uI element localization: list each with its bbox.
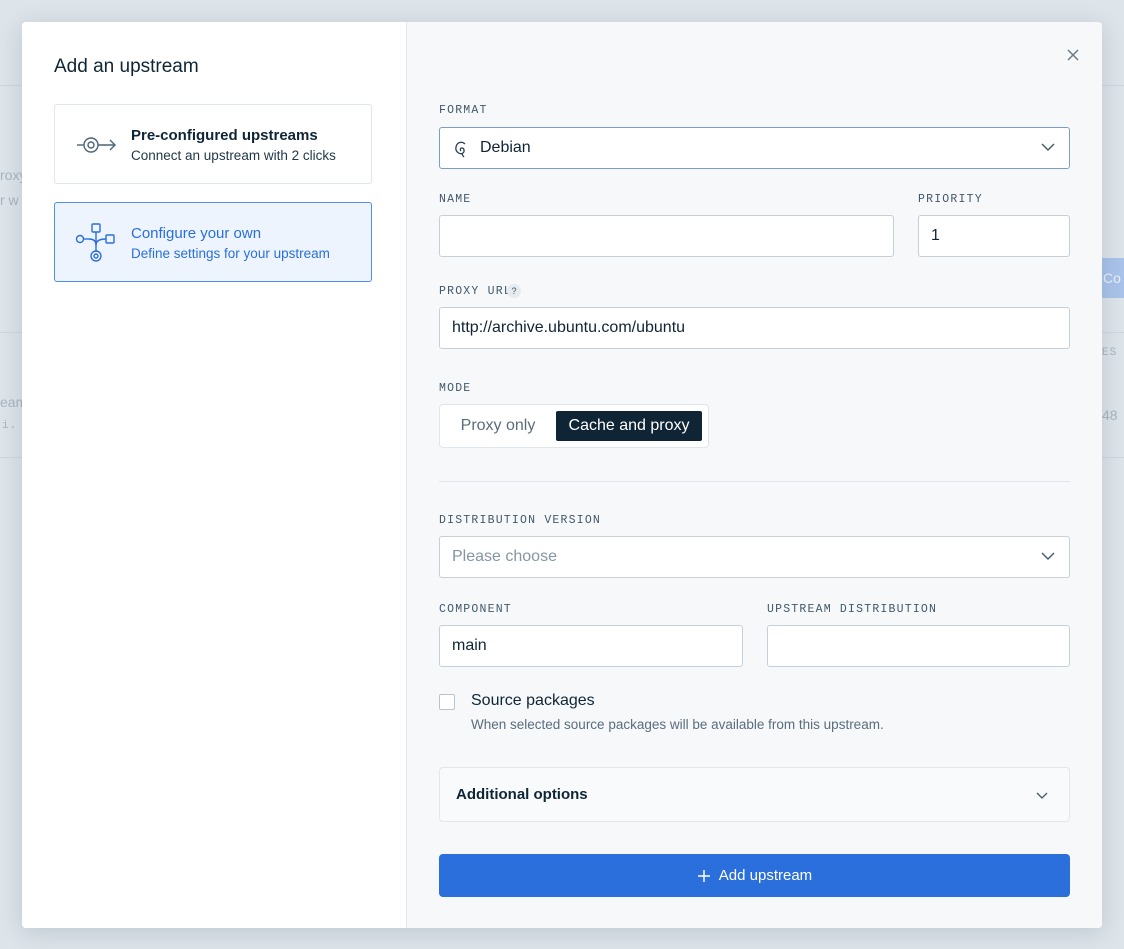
option-title: Configure your own [131,225,262,242]
upstream-distribution-label: UPSTREAM DISTRIBUTION [767,603,938,616]
mode-label: MODE [439,382,472,395]
proxy-url-input[interactable]: http://archive.ubuntu.com/ubuntu [439,307,1070,349]
mode-toggle: Proxy only Cache and proxy [439,404,709,448]
distribution-version-label: DISTRIBUTION VERSION [439,514,602,527]
preconfigured-upstream-icon [77,137,116,153]
add-upstream-modal: Add an upstream Pre-configured upstreams… [22,22,1102,928]
configure-upstream-icon [75,223,115,262]
option-subtitle: Connect an upstream with 2 clicks [131,148,336,163]
background-text: 48 [1102,407,1118,423]
format-label: FORMAT [439,104,488,117]
format-value: Debian [480,139,531,156]
divider [439,481,1070,482]
debian-icon [455,141,466,158]
configure-your-own-option[interactable]: Configure your own Define settings for y… [54,202,372,282]
component-input[interactable]: main [439,625,743,667]
close-icon[interactable] [1062,44,1084,66]
additional-options-accordion[interactable]: Additional options [439,767,1070,822]
distribution-version-select[interactable]: Please choose [439,536,1070,578]
help-icon[interactable]: ? [507,284,521,298]
proxy-url-label: PROXY URL [439,285,512,298]
modal-title: Add an upstream [54,56,199,77]
additional-options-label: Additional options [456,786,588,803]
source-packages-checkbox[interactable] [439,694,455,710]
option-title: Pre-configured upstreams [131,127,318,144]
option-subtitle: Define settings for your upstream [131,246,330,261]
mode-cache-and-proxy[interactable]: Cache and proxy [556,411,702,441]
upstream-type-pane: Add an upstream Pre-configured upstreams… [22,22,407,928]
plus-icon [697,869,710,882]
background-text: i. [2,420,18,432]
name-label: NAME [439,193,472,206]
mode-proxy-only[interactable]: Proxy only [448,411,548,441]
distribution-version-placeholder: Please choose [452,548,557,565]
add-upstream-button[interactable]: Add upstream [439,854,1070,897]
component-label: COMPONENT [439,603,512,616]
format-select[interactable]: Debian [439,127,1070,169]
add-upstream-label: Add upstream [718,867,813,884]
background-text: ES [1102,347,1118,359]
priority-input[interactable]: 1 [918,215,1070,257]
priority-label: PRIORITY [918,193,983,206]
chevron-down-icon [1041,552,1055,560]
name-input[interactable] [439,215,894,257]
preconfigured-upstreams-option[interactable]: Pre-configured upstreams Connect an upst… [54,104,372,184]
upstream-distribution-input[interactable] [767,625,1070,667]
chevron-down-icon [1036,792,1048,799]
chevron-down-icon [1041,143,1055,151]
source-packages-label: Source packages [471,692,595,709]
upstream-form: FORMAT Debian NAME PRIORITY 1 PROXY URL … [407,22,1102,928]
source-packages-help: When selected source packages will be av… [471,717,884,732]
background-text: r w [0,192,19,208]
